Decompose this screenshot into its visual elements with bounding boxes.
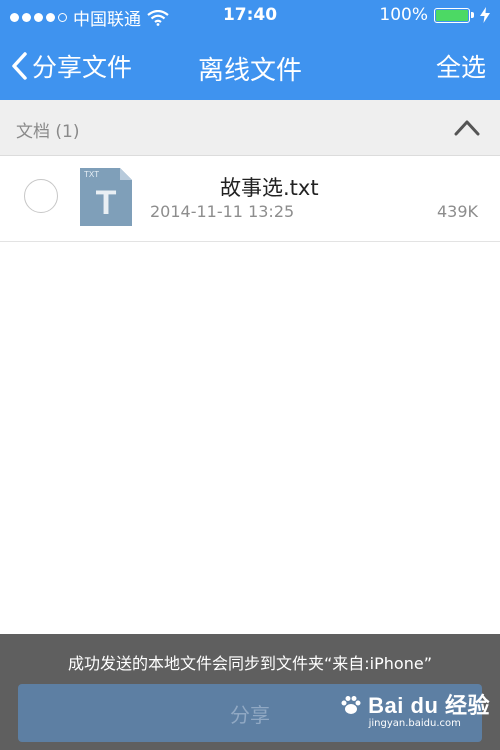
status-right: 100% [379, 5, 490, 25]
charging-bolt-icon [480, 7, 490, 23]
file-date: 2014-11-11 13:25 [150, 202, 295, 221]
battery-percent: 100% [379, 5, 428, 25]
watermark-main: Bai du 经验 [340, 688, 490, 720]
sync-note: 成功发送的本地文件会同步到文件夹“来自:iPhone” [68, 654, 432, 673]
nav-bar: 分享文件 离线文件 全选 [0, 32, 500, 100]
battery-icon [434, 7, 474, 23]
file-name: 故事选.txt [150, 172, 319, 202]
section-header-documents[interactable]: 文档 (1) [0, 100, 500, 156]
file-select-radio[interactable] [24, 179, 58, 213]
select-all-button[interactable]: 全选 [436, 48, 486, 84]
txt-file-icon: TXT T [80, 168, 132, 226]
file-icon-letter: T [96, 184, 117, 222]
section-title: 文档 (1) [16, 122, 80, 142]
file-size: 439K [436, 202, 478, 221]
file-icon-type-label: TXT [84, 170, 99, 179]
paw-icon [341, 696, 361, 714]
redacted-mark [150, 178, 220, 198]
baidu-watermark: Bai du 经验 jingyan.baidu.com [340, 688, 490, 729]
file-list-item[interactable]: TXT T 故事选.txt 2014-11-11 13:25 439K [0, 156, 500, 242]
chevron-up-icon[interactable] [452, 114, 482, 142]
page-title: 离线文件 [197, 56, 302, 86]
file-name-text: 故事选.txt [220, 176, 319, 200]
status-bar: 中国联通 17:40 100% [0, 0, 500, 32]
